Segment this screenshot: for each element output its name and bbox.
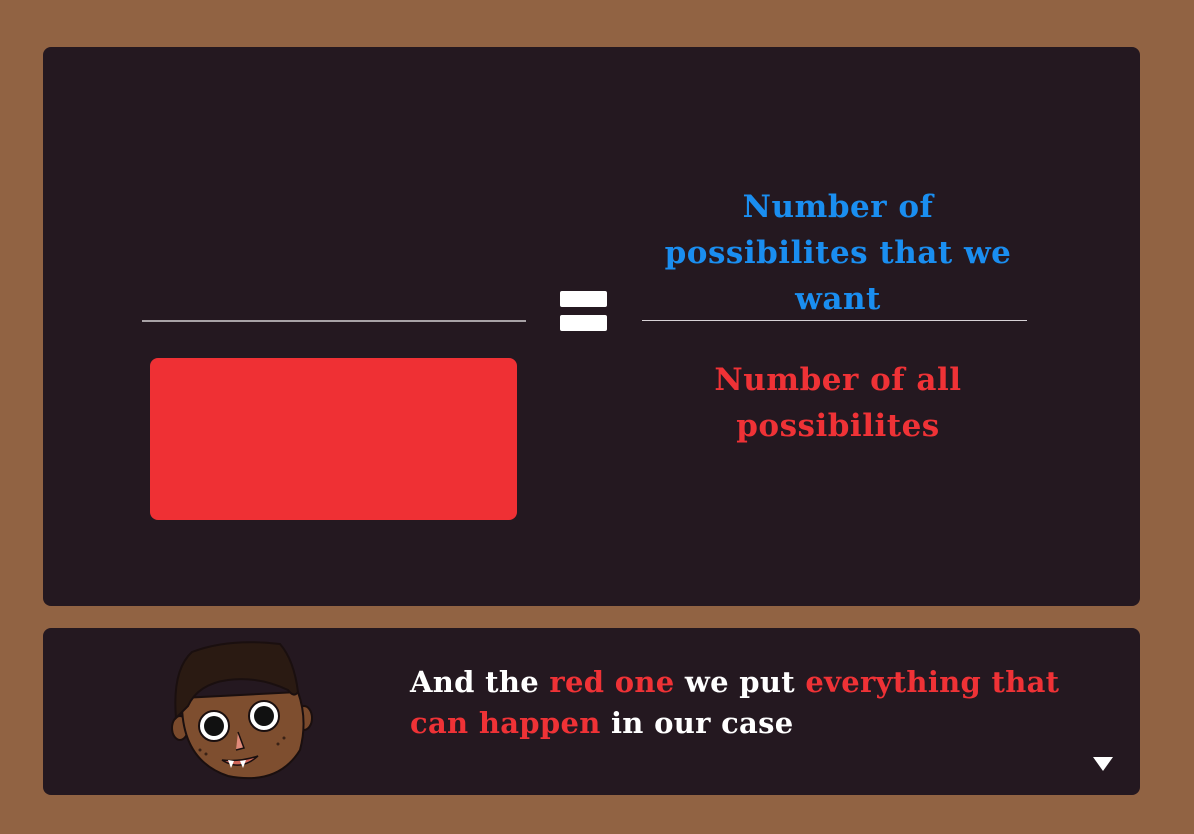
equals-sign [560, 291, 607, 331]
dialog-text-part5: in our case [600, 706, 794, 740]
denominator-label: Number of all possibilites [714, 362, 962, 444]
numerator-label: Number of possibilites that we want [664, 189, 1012, 317]
equals-bar-bottom [560, 315, 607, 331]
dialog-text-part3: we put [674, 665, 806, 699]
right-fraction-line [642, 320, 1027, 321]
dialog-text: And the red one we put everything that c… [410, 662, 1120, 744]
dialog-highlight-red-one: red one [549, 665, 675, 699]
dialog-text-part1: And the [410, 665, 550, 699]
red-denominator-box[interactable] [150, 358, 517, 520]
equation-panel: Number of possibilites that we want Numb… [43, 47, 1140, 606]
triangle-down-icon[interactable] [1092, 756, 1114, 772]
equals-bar-top [560, 291, 607, 307]
character-avatar [171, 641, 313, 780]
left-fraction-line [142, 320, 526, 322]
dialog-box[interactable]: And the red one we put everything that c… [43, 628, 1140, 795]
